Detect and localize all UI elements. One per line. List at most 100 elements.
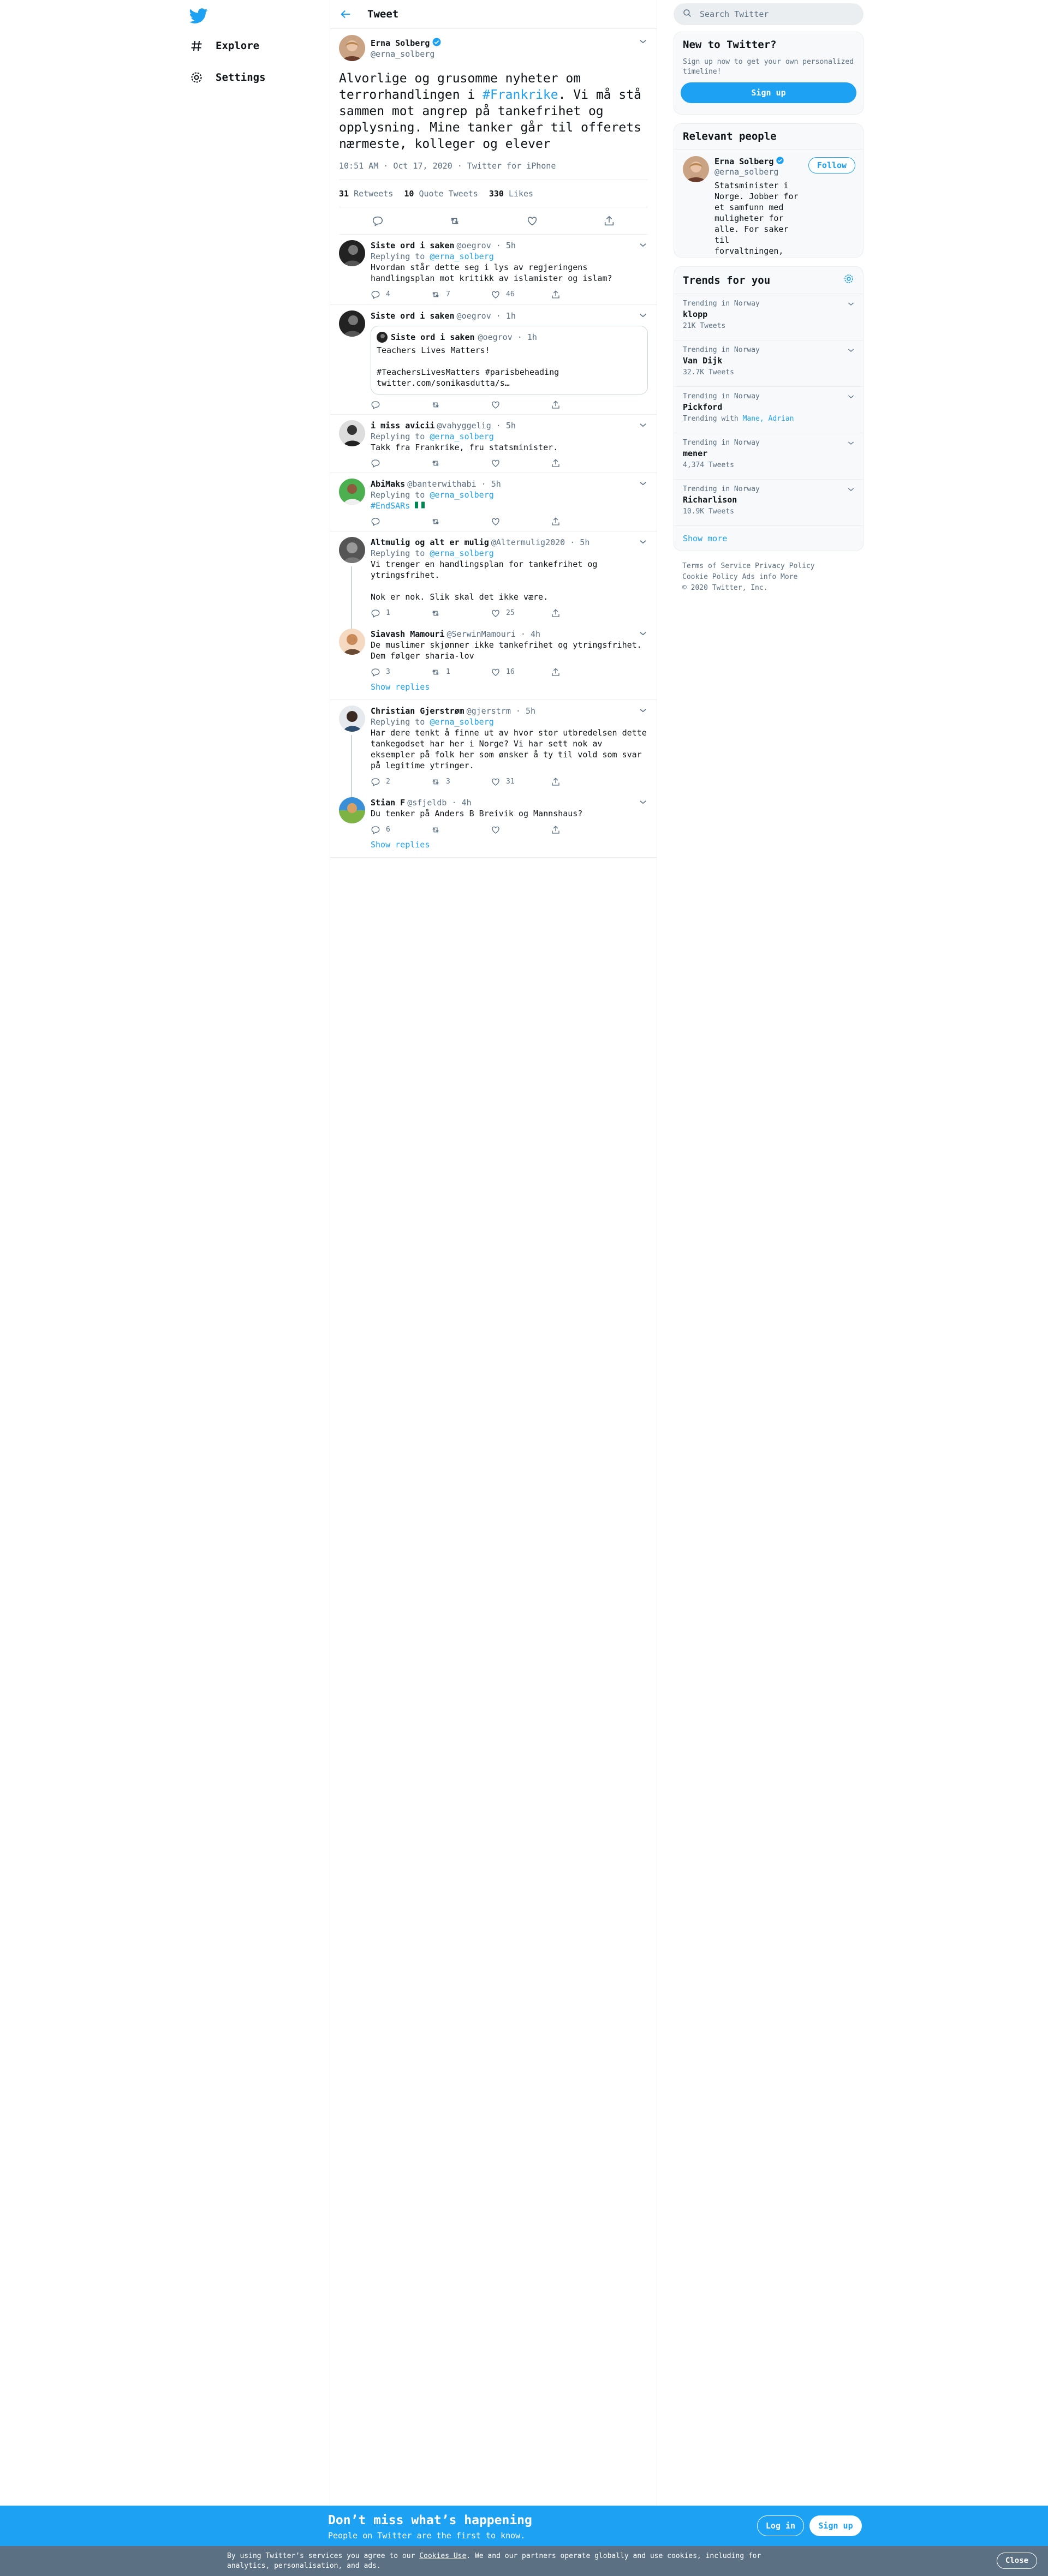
reply-tweet[interactable]: Siavash Mamouri @SerwinMamouri · 4h De mu… bbox=[330, 623, 657, 682]
signup-button[interactable]: Sign up bbox=[681, 82, 856, 103]
back-arrow-icon[interactable] bbox=[340, 8, 353, 21]
like-button[interactable]: 16 bbox=[491, 667, 551, 678]
share-button[interactable] bbox=[551, 667, 611, 678]
reply-button[interactable]: 3 bbox=[371, 667, 431, 678]
retweet-icon[interactable] bbox=[449, 215, 461, 227]
chevron-down-icon[interactable] bbox=[638, 240, 648, 250]
reply-tweet[interactable]: i miss avicii @vahyggelig · 5h Replying t… bbox=[330, 415, 657, 473]
avatar[interactable] bbox=[339, 420, 365, 446]
reply-tweet[interactable]: Christian Gjerstrøm @gjerstrm · 5h Replyi… bbox=[330, 700, 657, 797]
share-button[interactable] bbox=[551, 824, 611, 835]
retweet-button[interactable]: 1 bbox=[431, 667, 491, 678]
reply-author-name[interactable]: Stian F bbox=[371, 797, 405, 808]
reply-author-handle[interactable]: @oegrov · 1h bbox=[457, 310, 516, 321]
trend-related-link[interactable]: Mane, Adrian bbox=[743, 415, 794, 423]
reply-author-name[interactable]: Siavash Mamouri bbox=[371, 629, 444, 639]
avatar[interactable] bbox=[339, 479, 365, 505]
mention-link[interactable]: @erna_solberg bbox=[430, 490, 493, 500]
twitter-logo-icon[interactable] bbox=[189, 7, 208, 25]
reply-author-handle[interactable]: @SerwinMamouri · 4h bbox=[446, 629, 540, 639]
retweet-button[interactable] bbox=[431, 608, 491, 619]
chevron-down-icon[interactable] bbox=[638, 797, 648, 807]
avatar[interactable] bbox=[683, 156, 709, 182]
reply-icon[interactable] bbox=[372, 215, 384, 227]
person-name[interactable]: Erna Solberg bbox=[714, 156, 802, 167]
share-button[interactable] bbox=[551, 400, 611, 410]
chevron-down-icon[interactable] bbox=[638, 37, 648, 46]
follow-button[interactable]: Follow bbox=[808, 157, 855, 174]
footer-cookie-ads-more[interactable]: Cookie Policy Ads info More bbox=[682, 572, 857, 583]
reply-author-name[interactable]: AbiMaks bbox=[371, 479, 405, 489]
reply-author-handle[interactable]: @banterwithabi · 5h bbox=[407, 479, 501, 489]
reply-author-handle[interactable]: @gjerstrm · 5h bbox=[467, 706, 535, 716]
chevron-down-icon[interactable] bbox=[638, 706, 648, 715]
signup-button[interactable]: Sign up bbox=[809, 2515, 862, 2536]
reply-button[interactable] bbox=[371, 517, 431, 527]
search-bar[interactable]: Search Twitter bbox=[674, 3, 864, 25]
avatar[interactable] bbox=[339, 706, 365, 732]
retweet-button[interactable] bbox=[431, 824, 491, 835]
share-icon[interactable] bbox=[603, 215, 615, 227]
cookies-use-link[interactable]: Cookies Use bbox=[419, 2552, 466, 2560]
mention-link[interactable]: @erna_solberg bbox=[430, 717, 493, 727]
login-button[interactable]: Log in bbox=[757, 2515, 804, 2536]
reply-button[interactable]: 6 bbox=[371, 824, 431, 835]
reply-tweet[interactable]: AbiMaks @banterwithabi · 5h Replying to @… bbox=[330, 473, 657, 531]
relevant-person[interactable]: Erna Solberg @erna_solberg Statsminister… bbox=[674, 149, 863, 257]
nav-explore[interactable]: Explore bbox=[189, 34, 259, 58]
reply-button[interactable] bbox=[371, 400, 431, 410]
like-button[interactable] bbox=[491, 517, 551, 527]
reply-author-handle[interactable]: @oegrov · 5h bbox=[457, 240, 516, 251]
hashtag-link[interactable]: #EndSARs bbox=[371, 501, 410, 511]
reply-button[interactable]: 4 bbox=[371, 289, 431, 300]
chevron-down-icon[interactable] bbox=[847, 485, 856, 495]
show-replies-link[interactable]: Show replies bbox=[330, 682, 657, 700]
hashtag-link[interactable]: #Frankrike bbox=[483, 88, 558, 102]
chevron-down-icon[interactable] bbox=[638, 479, 648, 488]
chevron-down-icon[interactable] bbox=[638, 310, 648, 320]
like-button[interactable]: 31 bbox=[491, 776, 551, 787]
chevron-down-icon[interactable] bbox=[638, 420, 648, 430]
reply-tweet[interactable]: Siste ord i saken @oegrov · 5h Replying t… bbox=[330, 235, 657, 305]
avatar[interactable] bbox=[339, 310, 365, 337]
retweet-button[interactable]: 7 bbox=[431, 289, 491, 300]
reply-button[interactable] bbox=[371, 458, 431, 468]
trend-item[interactable]: Trending in Norway Van Dijk 32.7K Tweets bbox=[674, 340, 863, 386]
avatar[interactable] bbox=[339, 537, 365, 563]
quotes-stat[interactable]: 10 Quote Tweets bbox=[404, 189, 478, 199]
share-button[interactable] bbox=[551, 608, 611, 619]
share-button[interactable] bbox=[551, 517, 611, 527]
reply-button[interactable]: 2 bbox=[371, 776, 431, 787]
share-button[interactable] bbox=[551, 289, 611, 300]
person-handle[interactable]: @erna_solberg bbox=[714, 167, 802, 177]
reply-tweet[interactable]: Stian F @sfjeldb · 4h Du tenker på Anders… bbox=[330, 792, 657, 840]
like-button[interactable]: 46 bbox=[491, 289, 551, 300]
like-button[interactable] bbox=[491, 400, 551, 410]
retweets-stat[interactable]: 31 Retweets bbox=[339, 189, 393, 199]
chevron-down-icon[interactable] bbox=[847, 392, 856, 402]
show-more-link[interactable]: Show more bbox=[674, 525, 863, 551]
retweet-button[interactable] bbox=[431, 400, 491, 410]
chevron-down-icon[interactable] bbox=[638, 537, 648, 547]
author-handle[interactable]: @erna_solberg bbox=[371, 49, 442, 59]
reply-author-handle[interactable]: @sfjeldb · 4h bbox=[407, 797, 471, 808]
trend-item[interactable]: Trending in Norway klopp 21K Tweets bbox=[674, 294, 863, 340]
like-icon[interactable] bbox=[526, 215, 538, 227]
reply-author-handle[interactable]: @Altermulig2020 · 5h bbox=[491, 537, 590, 548]
share-button[interactable] bbox=[551, 776, 611, 787]
search-input[interactable]: Search Twitter bbox=[700, 9, 769, 19]
reply-author-name[interactable]: Siste ord i saken bbox=[371, 240, 455, 251]
reply-button[interactable]: 1 bbox=[371, 608, 431, 619]
chevron-down-icon[interactable] bbox=[847, 346, 856, 356]
reply-tweet[interactable]: Siste ord i saken @oegrov · 1h Siste ord … bbox=[330, 305, 657, 415]
chevron-down-icon[interactable] bbox=[847, 300, 856, 309]
mention-link[interactable]: @erna_solberg bbox=[430, 548, 493, 558]
like-button[interactable]: 25 bbox=[491, 608, 551, 619]
retweet-button[interactable]: 3 bbox=[431, 776, 491, 787]
chevron-down-icon[interactable] bbox=[847, 439, 856, 449]
chevron-down-icon[interactable] bbox=[638, 629, 648, 638]
cookie-close-button[interactable]: Close bbox=[997, 2553, 1037, 2569]
author-name[interactable]: Erna Solberg bbox=[371, 37, 442, 49]
reply-author-name[interactable]: i miss avicii bbox=[371, 420, 434, 431]
like-button[interactable] bbox=[491, 824, 551, 835]
